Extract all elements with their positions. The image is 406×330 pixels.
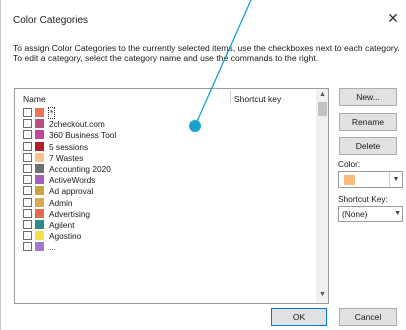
category-name: 360 Business Tool bbox=[49, 130, 117, 141]
category-name: Ad approval bbox=[49, 186, 94, 197]
category-color-swatch bbox=[35, 152, 44, 162]
category-color-swatch bbox=[35, 219, 44, 229]
close-icon[interactable]: ✕ bbox=[384, 9, 402, 27]
category-color-swatch bbox=[35, 242, 44, 252]
category-checkbox[interactable] bbox=[23, 197, 32, 207]
category-name: Admin bbox=[49, 197, 73, 208]
scroll-down-icon[interactable]: ▼ bbox=[316, 291, 328, 301]
category-color-swatch bbox=[35, 197, 44, 207]
shortcut-key-value: (None) bbox=[342, 209, 368, 219]
shortcut-key-select[interactable]: (None) ▼ bbox=[338, 206, 403, 222]
category-name: * bbox=[47, 107, 56, 119]
category-checkbox[interactable] bbox=[23, 219, 32, 229]
category-name: Agilent bbox=[49, 219, 75, 230]
category-checkbox[interactable] bbox=[23, 208, 32, 218]
category-checkbox[interactable] bbox=[23, 186, 32, 196]
list-item[interactable]: Advertising bbox=[15, 208, 315, 219]
list-item[interactable]: 2checkout.com bbox=[15, 118, 315, 129]
color-categories-dialog: Color Categories ✕ To assign Color Categ… bbox=[0, 0, 406, 330]
vertical-scrollbar[interactable]: ▲ ▼ bbox=[316, 89, 328, 303]
rename-button[interactable]: Rename bbox=[339, 113, 397, 131]
category-name: 2checkout.com bbox=[49, 119, 105, 130]
category-list[interactable]: Name Shortcut key * 2checkout.com 360 Busi… bbox=[14, 88, 329, 304]
list-item[interactable]: ... bbox=[15, 241, 315, 252]
list-item[interactable]: Agilent bbox=[15, 219, 315, 230]
category-color-swatch bbox=[35, 130, 44, 140]
dialog-title: Color Categories bbox=[13, 15, 89, 26]
list-item[interactable]: Admin bbox=[15, 197, 315, 208]
chevron-down-icon[interactable]: ▼ bbox=[394, 207, 401, 221]
category-checkbox[interactable] bbox=[23, 163, 32, 173]
selected-color-swatch bbox=[344, 175, 355, 185]
category-checkbox[interactable] bbox=[23, 130, 32, 140]
category-rows: * 2checkout.com 360 Business Tool 5 session… bbox=[15, 107, 315, 252]
column-header-name[interactable]: Name bbox=[23, 94, 46, 104]
category-color-swatch bbox=[35, 208, 44, 218]
category-color-swatch bbox=[35, 119, 44, 129]
category-checkbox[interactable] bbox=[23, 108, 32, 117]
category-checkbox[interactable] bbox=[23, 119, 32, 129]
category-name: ... bbox=[49, 242, 56, 253]
category-name: ActiveWords bbox=[49, 175, 96, 186]
list-header: Name Shortcut key bbox=[15, 89, 315, 105]
category-name: 5 sessions bbox=[49, 141, 89, 152]
column-separator bbox=[230, 91, 231, 103]
list-item[interactable]: ActiveWords bbox=[15, 174, 315, 185]
cancel-button[interactable]: Cancel bbox=[339, 308, 397, 326]
category-color-swatch bbox=[35, 231, 44, 241]
delete-button[interactable]: Delete bbox=[339, 137, 397, 155]
list-item[interactable]: 360 Business Tool bbox=[15, 129, 315, 140]
ok-button[interactable]: OK bbox=[271, 308, 327, 326]
list-item[interactable]: 5 sessions bbox=[15, 141, 315, 152]
category-color-swatch bbox=[35, 108, 44, 117]
list-item[interactable]: Ad approval bbox=[15, 185, 315, 196]
scroll-thumb[interactable] bbox=[318, 102, 327, 116]
category-checkbox[interactable] bbox=[23, 152, 32, 162]
column-header-shortcut[interactable]: Shortcut key bbox=[234, 94, 281, 104]
color-label: Color: bbox=[338, 159, 361, 169]
category-name: Agostino bbox=[49, 231, 82, 242]
category-checkbox[interactable] bbox=[23, 175, 32, 185]
category-color-swatch bbox=[35, 175, 44, 185]
list-item[interactable]: Accounting 2020 bbox=[15, 163, 315, 174]
category-name: Accounting 2020 bbox=[49, 163, 111, 174]
category-name: 7 Wastes bbox=[49, 152, 84, 163]
category-checkbox[interactable] bbox=[23, 231, 32, 241]
list-item[interactable]: * bbox=[15, 107, 315, 119]
category-checkbox[interactable] bbox=[23, 242, 32, 252]
category-color-swatch bbox=[35, 186, 44, 196]
category-color-swatch bbox=[35, 163, 44, 173]
shortcut-key-label: Shortcut Key: bbox=[338, 194, 388, 204]
category-name: Advertising bbox=[49, 208, 91, 219]
color-picker[interactable]: ▼ bbox=[338, 171, 403, 188]
category-checkbox[interactable] bbox=[23, 141, 32, 151]
list-item[interactable]: 7 Wastes bbox=[15, 152, 315, 163]
chevron-down-icon[interactable]: ▼ bbox=[389, 172, 402, 187]
list-item[interactable]: Agostino bbox=[15, 230, 315, 241]
scroll-up-icon[interactable]: ▲ bbox=[316, 91, 328, 101]
new-button[interactable]: New... bbox=[339, 88, 397, 106]
category-color-swatch bbox=[35, 141, 44, 151]
instructions-text: To assign Color Categories to the curren… bbox=[13, 43, 400, 63]
